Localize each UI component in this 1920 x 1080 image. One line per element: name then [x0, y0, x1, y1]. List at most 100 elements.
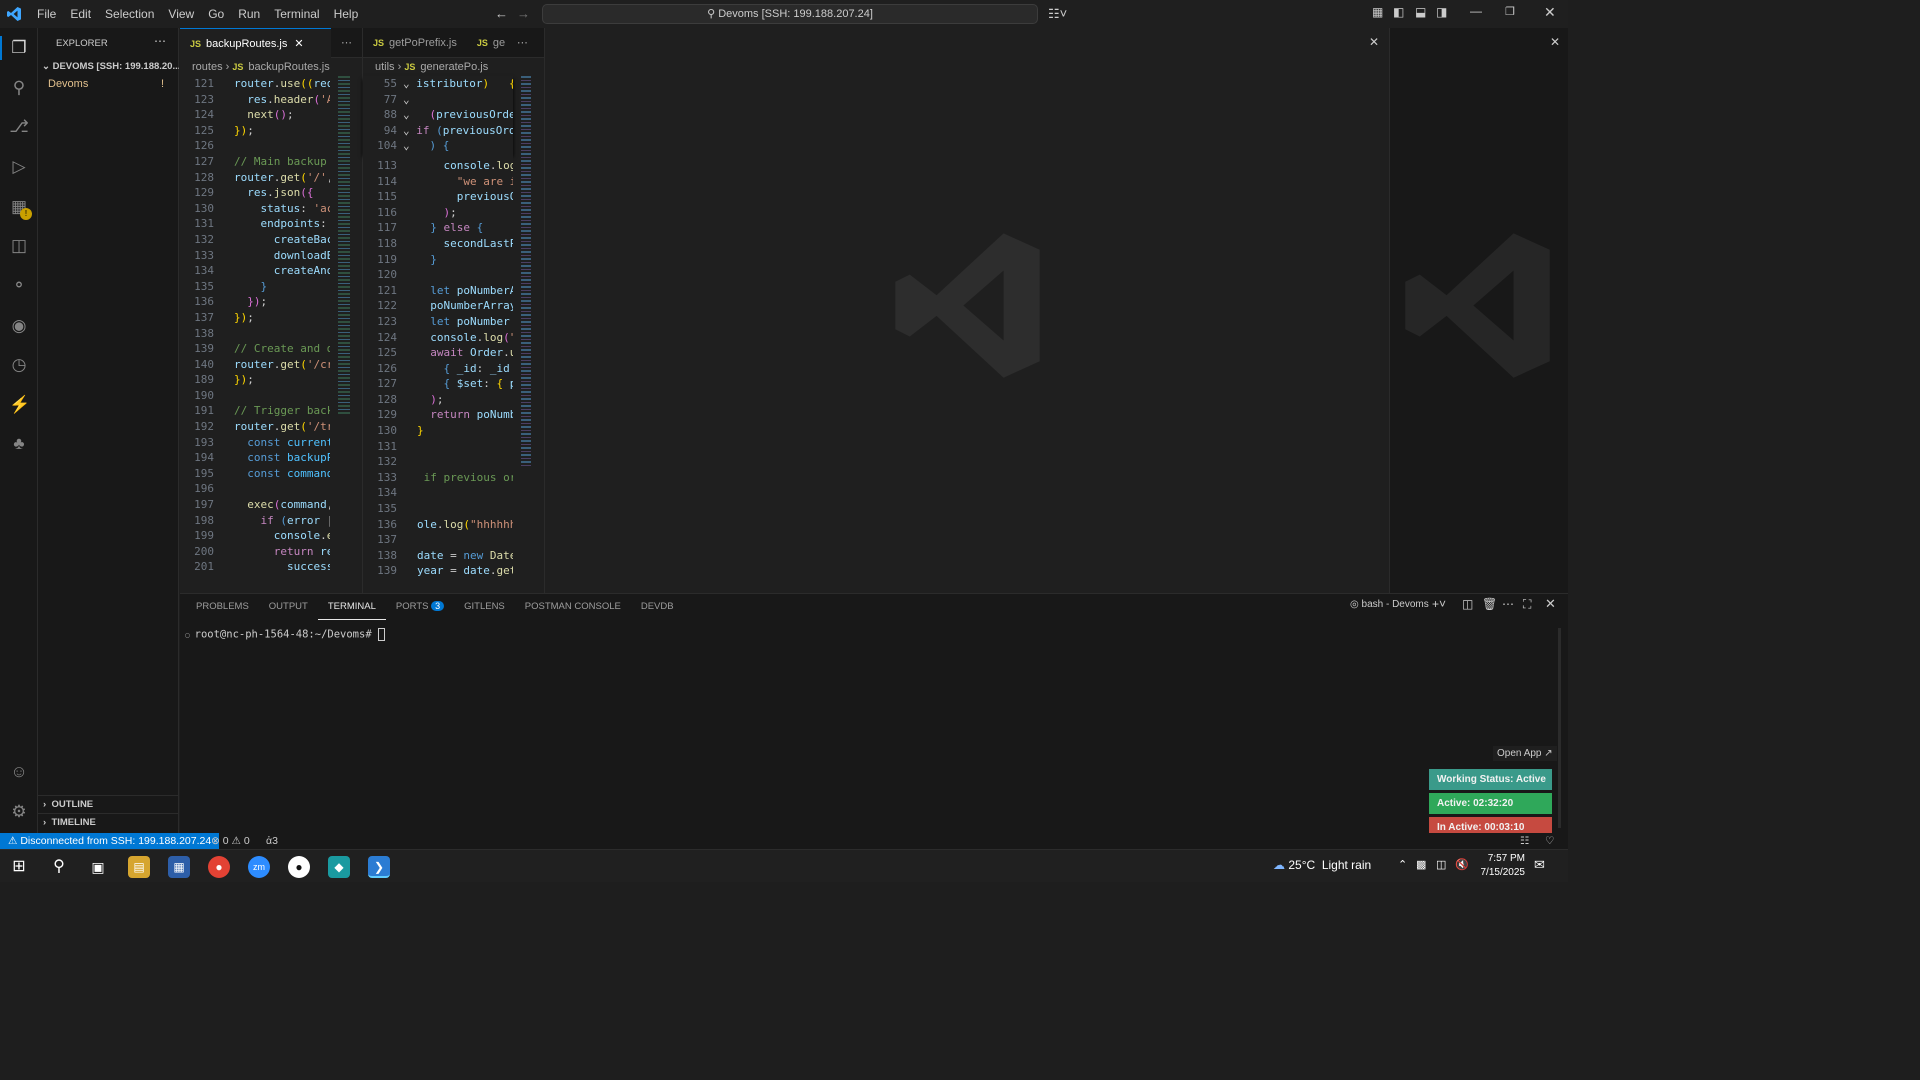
menu-view[interactable]: View	[161, 0, 201, 28]
code-line[interactable]: 104 ⌄ ) {	[363, 138, 513, 154]
code-line[interactable]: 126	[180, 138, 330, 154]
close-window-icon[interactable]: ✕	[1544, 4, 1556, 21]
code-line[interactable]: 134 createAnd	[180, 263, 330, 279]
close-tab-icon[interactable]: ✕	[294, 38, 303, 50]
toggle-panel-icon[interactable]: ⬓	[1415, 5, 1426, 19]
menu-go[interactable]: Go	[201, 0, 231, 28]
code-line[interactable]: 198 if (error |	[180, 513, 330, 529]
menu-help[interactable]: Help	[327, 0, 366, 28]
postman-icon[interactable]: ◉	[9, 316, 29, 336]
menu-edit[interactable]: Edit	[63, 0, 98, 28]
menu-run[interactable]: Run	[231, 0, 267, 28]
code-line[interactable]: 116 );	[363, 205, 513, 221]
code-line[interactable]: 196	[180, 481, 330, 497]
maximize-panel-icon[interactable]: ⛶	[1523, 597, 1531, 612]
code-line[interactable]: 194 const backupP	[180, 450, 330, 466]
code-line[interactable]: 138 date = new Date	[363, 548, 513, 564]
app-icon[interactable]: ●	[288, 856, 310, 878]
code-line[interactable]: 132	[363, 454, 513, 470]
search-view-icon[interactable]: ⚲	[9, 78, 29, 98]
chrome-icon[interactable]: ●	[208, 856, 230, 878]
minimap-1[interactable]	[338, 76, 350, 416]
group-more-actions-icon[interactable]: ⋯	[331, 28, 362, 58]
code-line[interactable]: 120	[363, 267, 513, 283]
code-line[interactable]: 134	[363, 485, 513, 501]
copilot-status-icon[interactable]: ☷	[1520, 833, 1529, 849]
run-debug-icon[interactable]: ▷	[9, 157, 29, 177]
source-control-icon[interactable]: ⎇	[9, 117, 29, 137]
battery-icon[interactable]: ▩	[1416, 858, 1426, 871]
volume-muted-icon[interactable]: 🔇	[1455, 858, 1469, 871]
code-line[interactable]: 125 await Order.u	[363, 345, 513, 361]
split-terminal-icon[interactable]: ◫	[1462, 597, 1473, 611]
task-view-icon[interactable]: ▣	[87, 856, 109, 878]
breadcrumb-file[interactable]: backupRoutes.js	[248, 61, 329, 73]
minimize-icon[interactable]: —	[1470, 4, 1482, 18]
code-line[interactable]: 124 next();	[180, 107, 330, 123]
tab-ports[interactable]: PORTS 3	[386, 594, 454, 619]
code-line[interactable]: 199 console.e	[180, 528, 330, 544]
code-line[interactable]: 135	[363, 501, 513, 517]
code-line[interactable]: 133 if previous or	[363, 470, 513, 486]
code-line[interactable]: 130}	[363, 423, 513, 439]
clock[interactable]: 7:57 PM 7/15/2025	[1475, 852, 1526, 880]
file-explorer-icon[interactable]: ▤	[128, 856, 150, 878]
code-line[interactable]: 137	[363, 532, 513, 548]
tab-output[interactable]: OUTPUT	[259, 595, 318, 619]
ports-indicator[interactable]: ἀ3	[266, 833, 278, 849]
network-icon[interactable]: ◫	[1436, 858, 1446, 871]
code-line[interactable]: 55 ⌄ istributor) {	[363, 76, 513, 92]
code-line[interactable]: 125});	[180, 123, 330, 139]
tab-get-po-prefix[interactable]: JS getPoPrefix.js	[363, 28, 467, 58]
breadcrumb-folder[interactable]: utils	[375, 61, 395, 73]
code-line[interactable]: 124 console.log("	[363, 330, 513, 346]
terminal-scrollbar[interactable]	[1558, 628, 1561, 828]
code-line[interactable]: 94 ⌄ if (previousOrd	[363, 123, 513, 139]
problems-indicator[interactable]: ⊗ 0 ⚠ 0	[211, 833, 250, 849]
fold-chevron-icon[interactable]: ⌄	[403, 139, 416, 152]
tab-gitlens[interactable]: GITLENS	[454, 595, 515, 619]
code-line[interactable]: 128 );	[363, 392, 513, 408]
restore-icon[interactable]: ❐	[1505, 5, 1515, 18]
toggle-sidebar-icon[interactable]: ◧	[1393, 5, 1404, 19]
zoom-icon[interactable]: zm	[248, 856, 270, 878]
back-arrow-icon[interactable]: ←	[495, 6, 508, 21]
code-line[interactable]: 127 // Main backup	[180, 154, 330, 170]
code-line[interactable]: 121 router.use((req	[180, 76, 330, 92]
fold-chevron-icon[interactable]: ⌄	[403, 77, 416, 90]
code-line[interactable]: 128 router.get('/',	[180, 170, 330, 186]
terminal-output[interactable]: ○ root@nc-ph-1564-48:~/Devoms#	[185, 628, 385, 641]
timeline-section[interactable]: › TIMELINE	[38, 813, 179, 831]
code-line[interactable]: 137});	[180, 310, 330, 326]
code-line[interactable]: 117 } else {	[363, 220, 513, 236]
code-editor-1[interactable]: 121router.use((req123 res.header('A124 n…	[180, 76, 330, 593]
trash-icon[interactable]: 🗑	[1482, 597, 1497, 611]
tab-terminal[interactable]: TERMINAL	[317, 595, 386, 620]
code-line[interactable]: 192 router.get('/tr	[180, 419, 330, 435]
code-line[interactable]: 126 { _id: _id	[363, 361, 513, 377]
group-more-actions-icon[interactable]: ⋯	[507, 28, 538, 58]
tab-generate-po[interactable]: JS ge	[467, 28, 507, 58]
copilot-icon[interactable]: ☷˅	[1048, 6, 1067, 22]
customize-layout-icon[interactable]: ▦	[1372, 5, 1383, 19]
tray-chevron-icon[interactable]: ⌃	[1398, 858, 1407, 871]
code-line[interactable]: 115 previousO	[363, 189, 513, 205]
vscode-taskbar-icon[interactable]: ❯	[368, 856, 390, 878]
tab-devdb[interactable]: DEVDB	[631, 595, 684, 619]
code-line[interactable]: 129 res.json({	[180, 185, 330, 201]
menu-terminal[interactable]: Terminal	[267, 0, 326, 28]
app-icon[interactable]: ◆	[328, 856, 350, 878]
folder-devoms[interactable]: Devoms	[48, 78, 88, 90]
more-actions-icon[interactable]: ⋯	[154, 34, 166, 48]
toggle-secondary-sidebar-icon[interactable]: ◨	[1436, 5, 1447, 19]
code-line[interactable]: 136 });	[180, 294, 330, 310]
fold-chevron-icon[interactable]: ⌄	[403, 93, 416, 106]
code-line[interactable]: 133 downloadB	[180, 248, 330, 264]
code-line[interactable]: 121 let poNumberA	[363, 283, 513, 299]
panel-more-icon[interactable]: ⋯	[1502, 597, 1514, 611]
code-line[interactable]: 123 let poNumber	[363, 314, 513, 330]
close-panel-icon[interactable]: ✕	[1545, 596, 1556, 612]
tab-problems[interactable]: PROBLEMS	[186, 595, 259, 619]
code-line[interactable]: 131	[363, 439, 513, 455]
forward-arrow-icon[interactable]: →	[517, 6, 530, 21]
